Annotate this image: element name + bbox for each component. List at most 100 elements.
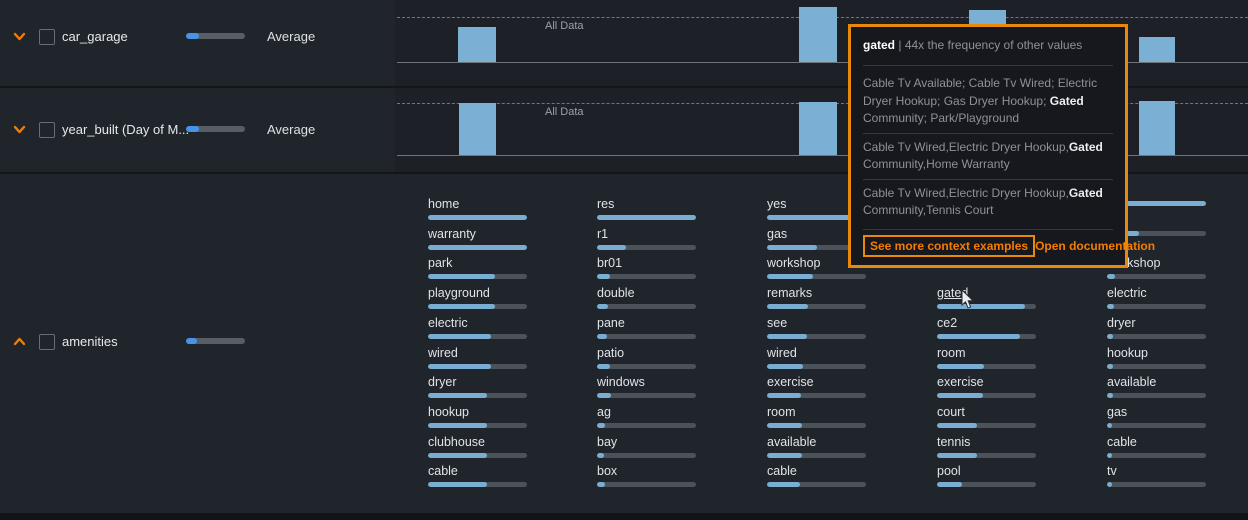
token-frequency-bar bbox=[597, 453, 696, 458]
token-label[interactable]: dryer bbox=[428, 375, 528, 389]
token-frequency-bar-fill bbox=[1107, 334, 1113, 339]
histogram-bar[interactable] bbox=[1139, 101, 1175, 155]
token-label[interactable]: room bbox=[937, 346, 1037, 360]
histogram-bar[interactable] bbox=[459, 103, 496, 155]
quality-bar-amenities[interactable] bbox=[186, 338, 245, 344]
token-frequency-bar-fill bbox=[767, 245, 817, 250]
open-documentation-link[interactable]: Open documentation bbox=[1035, 239, 1155, 253]
token-label[interactable]: room bbox=[767, 405, 867, 419]
tooltip-example: Cable Tv Wired,Electric Dryer Hookup,Gat… bbox=[863, 139, 1113, 174]
token-frequency-bar bbox=[767, 304, 866, 309]
token-label[interactable]: dryer bbox=[1107, 316, 1207, 330]
token-label[interactable]: court bbox=[937, 405, 1037, 419]
token-label[interactable]: wired bbox=[767, 346, 867, 360]
token-label[interactable]: patio bbox=[597, 346, 697, 360]
chevron-down-icon[interactable] bbox=[12, 122, 27, 142]
see-more-context-examples-link[interactable]: See more context examples bbox=[863, 235, 1035, 257]
field-name-year-built: year_built (Day of M... bbox=[62, 122, 189, 137]
field-checkbox-year-built[interactable] bbox=[39, 122, 55, 138]
field-checkbox-car-garage[interactable] bbox=[39, 29, 55, 45]
token-frequency-bar-fill bbox=[937, 334, 1020, 339]
token-label[interactable]: cable bbox=[767, 464, 867, 478]
token-label[interactable]: cable bbox=[428, 464, 528, 478]
token-label[interactable]: clubhouse bbox=[428, 435, 528, 449]
histogram-bar[interactable] bbox=[1139, 37, 1175, 62]
tooltip-divider: | bbox=[898, 38, 901, 52]
tooltip-frequency-note: 44x the frequency of other values bbox=[905, 38, 1082, 52]
histogram-bar[interactable] bbox=[458, 27, 496, 62]
quality-bar-car-garage[interactable] bbox=[186, 33, 245, 39]
token-label[interactable]: electric bbox=[1107, 286, 1207, 300]
token-label[interactable]: pool bbox=[937, 464, 1037, 478]
token-label[interactable]: windows bbox=[597, 375, 697, 389]
token-frequency-bar bbox=[767, 364, 866, 369]
token-list-item: room bbox=[767, 405, 867, 428]
field-checkbox-amenities[interactable] bbox=[39, 334, 55, 350]
token-list-item: cable bbox=[767, 464, 867, 487]
token-label[interactable]: gas bbox=[1107, 405, 1207, 419]
token-label[interactable]: cable bbox=[1107, 435, 1207, 449]
token-list-item: wired bbox=[767, 346, 867, 369]
token-frequency-bar bbox=[597, 274, 696, 279]
token-label[interactable]: pane bbox=[597, 316, 697, 330]
token-frequency-bar-fill bbox=[428, 334, 491, 339]
token-label[interactable]: hookup bbox=[1107, 346, 1207, 360]
token-label[interactable]: electric bbox=[428, 316, 528, 330]
token-label[interactable]: double bbox=[597, 286, 697, 300]
token-label[interactable]: tennis bbox=[937, 435, 1037, 449]
token-label[interactable]: remarks bbox=[767, 286, 867, 300]
token-label[interactable]: available bbox=[767, 435, 867, 449]
token-list-item: exercise bbox=[767, 375, 867, 398]
token-list-item: windows bbox=[597, 375, 697, 398]
token-list-item: see bbox=[767, 316, 867, 339]
token-frequency-bar-fill bbox=[597, 334, 607, 339]
token-label[interactable]: home bbox=[428, 197, 528, 211]
token-frequency-bar-fill bbox=[937, 304, 1025, 309]
chevron-down-icon[interactable] bbox=[12, 29, 27, 49]
token-frequency-bar bbox=[1107, 393, 1206, 398]
token-label[interactable]: br01 bbox=[597, 256, 697, 270]
token-label[interactable]: gated bbox=[937, 286, 1037, 300]
token-frequency-bar-fill bbox=[428, 393, 487, 398]
token-frequency-bar-fill bbox=[597, 304, 608, 309]
token-label[interactable]: bay bbox=[597, 435, 697, 449]
token-list-item: exercise bbox=[937, 375, 1037, 398]
token-label[interactable]: r1 bbox=[597, 227, 697, 241]
token-label[interactable]: hookup bbox=[428, 405, 528, 419]
token-frequency-bar bbox=[767, 423, 866, 428]
chevron-up-icon[interactable] bbox=[12, 334, 27, 354]
token-label[interactable]: warranty bbox=[428, 227, 528, 241]
token-list-item: park bbox=[428, 256, 528, 279]
histogram-bar[interactable] bbox=[799, 7, 837, 62]
token-label[interactable]: see bbox=[767, 316, 867, 330]
token-label[interactable]: available bbox=[1107, 375, 1207, 389]
token-label[interactable]: ce2 bbox=[937, 316, 1037, 330]
token-frequency-bar-fill bbox=[597, 423, 605, 428]
token-list-item: pool bbox=[937, 464, 1037, 487]
token-frequency-bar-fill bbox=[1107, 304, 1114, 309]
all-data-label: All Data bbox=[545, 106, 584, 118]
token-label[interactable]: tv bbox=[1107, 464, 1207, 478]
token-list-item: warranty bbox=[428, 227, 528, 250]
token-list-item: clubhouse bbox=[428, 435, 528, 458]
all-data-label: All Data bbox=[545, 20, 584, 32]
token-frequency-bar bbox=[1107, 423, 1206, 428]
token-label[interactable]: exercise bbox=[937, 375, 1037, 389]
token-label[interactable]: wired bbox=[428, 346, 528, 360]
token-label[interactable]: playground bbox=[428, 286, 528, 300]
token-frequency-bar bbox=[1107, 304, 1206, 309]
token-label[interactable]: ag bbox=[597, 405, 697, 419]
quality-bar-year-built[interactable] bbox=[186, 126, 245, 132]
token-list-item: remarks bbox=[767, 286, 867, 309]
token-frequency-bar-fill bbox=[767, 334, 807, 339]
token-label[interactable]: park bbox=[428, 256, 528, 270]
token-frequency-bar bbox=[937, 482, 1036, 487]
token-label[interactable]: res bbox=[597, 197, 697, 211]
token-frequency-bar bbox=[1107, 453, 1206, 458]
histogram-bar[interactable] bbox=[799, 102, 837, 155]
token-label[interactable]: box bbox=[597, 464, 697, 478]
token-list-item: patio bbox=[597, 346, 697, 369]
tooltip-header: gated | 44x the frequency of other value… bbox=[863, 35, 1113, 60]
token-frequency-bar-fill bbox=[767, 364, 803, 369]
token-label[interactable]: exercise bbox=[767, 375, 867, 389]
